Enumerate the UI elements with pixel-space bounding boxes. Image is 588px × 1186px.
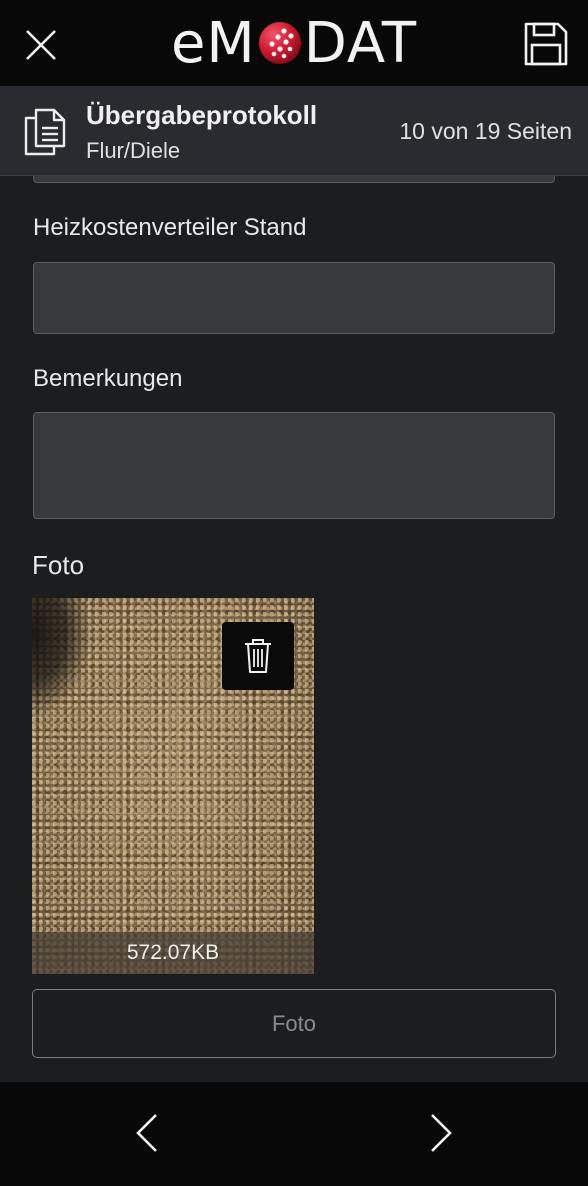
chevron-right-icon bbox=[431, 1114, 452, 1152]
page-header: Übergabeprotokoll Flur/Diele 10 von 19 S… bbox=[0, 86, 588, 176]
previous-field-edge[interactable] bbox=[33, 176, 555, 183]
photo-size-bar: 572.07KB bbox=[32, 932, 314, 974]
form-content[interactable]: Heizkostenverteiler Stand Bemerkungen Fo… bbox=[0, 176, 588, 1082]
photo-thumbnail[interactable]: 572.07KB bbox=[32, 598, 314, 974]
page-subtitle: Flur/Diele bbox=[86, 138, 181, 163]
document-icon bbox=[24, 108, 66, 156]
logo-text-right: DAT bbox=[303, 10, 418, 76]
photo-file-size: 572.07KB bbox=[126, 941, 220, 964]
floppy-disk-icon bbox=[524, 22, 568, 66]
heizkosten-input[interactable] bbox=[33, 262, 555, 334]
foto-label: Foto bbox=[32, 550, 85, 580]
app-logo: eM DAT bbox=[0, 0, 588, 86]
close-button[interactable] bbox=[18, 22, 64, 68]
delete-photo-button[interactable] bbox=[222, 622, 294, 690]
page-counter: 10 von 19 Seiten bbox=[399, 118, 572, 144]
heizkosten-label: Heizkostenverteiler Stand bbox=[33, 214, 307, 241]
page-title: Übergabeprotokoll bbox=[86, 100, 318, 130]
trash-icon bbox=[245, 639, 271, 673]
bemerkungen-textarea[interactable] bbox=[33, 412, 555, 519]
close-icon bbox=[26, 30, 56, 60]
chevron-left-icon bbox=[136, 1114, 157, 1152]
photo-shadow bbox=[32, 598, 92, 718]
logo-text-left: eM bbox=[170, 10, 256, 76]
bemerkungen-label: Bemerkungen bbox=[33, 365, 183, 392]
photo-seam bbox=[32, 806, 314, 828]
top-bar: eM DAT bbox=[0, 0, 588, 86]
bottom-nav-bar bbox=[0, 1082, 588, 1186]
save-button[interactable] bbox=[520, 18, 572, 70]
add-photo-button[interactable]: Foto bbox=[32, 989, 556, 1058]
logo-ball-icon bbox=[258, 22, 301, 64]
previous-page-button[interactable] bbox=[122, 1106, 172, 1160]
next-page-button[interactable] bbox=[416, 1106, 466, 1160]
